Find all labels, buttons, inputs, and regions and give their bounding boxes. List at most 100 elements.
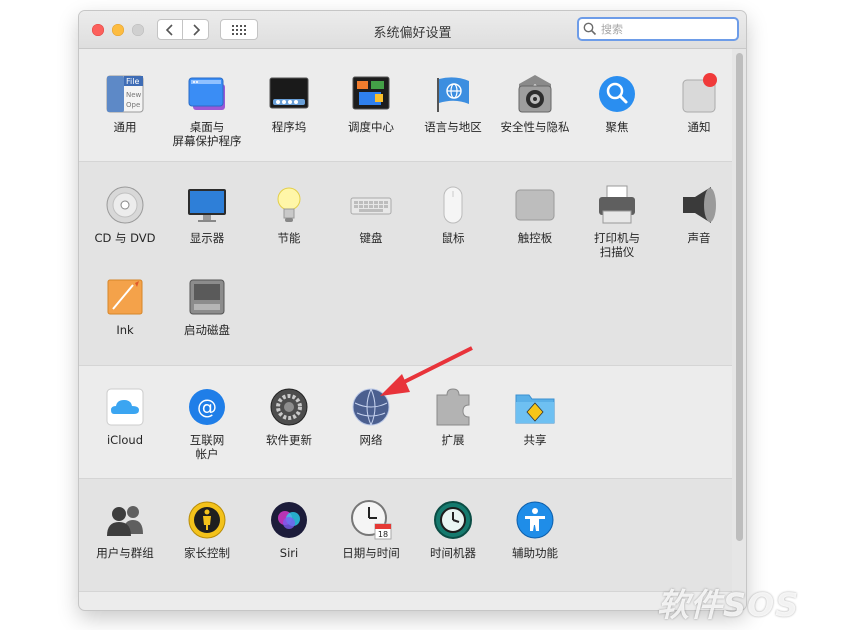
general-icon: File New Ope — [106, 75, 144, 113]
pane-date-time[interactable]: 18 日期与时间 — [330, 498, 412, 560]
ink-icon — [107, 279, 143, 315]
svg-text:Ope: Ope — [126, 101, 140, 109]
section-system: 用户与群组 家长控制 Siri 18 日期与时间 时间机器 辅助功能 — [79, 479, 732, 592]
pane-label: 程序坞 — [271, 120, 307, 134]
pane-label: 辅助功能 — [512, 546, 558, 560]
desktop-screensaver-icon — [188, 77, 225, 110]
pane-label: Ink — [116, 323, 134, 337]
dock-icon — [269, 77, 309, 109]
pane-parental-controls[interactable]: 家长控制 — [166, 498, 248, 560]
displays-icon — [188, 189, 226, 222]
pane-label: 日期与时间 — [342, 546, 400, 560]
pane-keyboard[interactable]: 键盘 — [330, 183, 412, 245]
cd-dvd-icon — [106, 186, 144, 224]
parental-controls-icon — [188, 501, 226, 539]
software-update-icon — [270, 388, 308, 426]
pane-users-groups[interactable]: 用户与群组 — [84, 498, 166, 560]
pane-label: 鼠标 — [441, 231, 465, 245]
time-machine-icon — [434, 501, 472, 539]
pane-label: 通用 — [113, 120, 137, 134]
pane-spotlight[interactable]: 聚焦 — [576, 72, 658, 134]
pane-internet-accounts[interactable]: @ 互联网 帐户 — [166, 385, 248, 461]
pane-label: 语言与地区 — [424, 120, 482, 134]
pane-label: 触控板 — [517, 231, 553, 245]
svg-text:@: @ — [197, 395, 217, 419]
date-time-icon: 18 — [351, 500, 392, 540]
users-groups-icon — [107, 506, 143, 536]
pane-language-region[interactable]: 语言与地区 — [412, 72, 494, 134]
pane-siri[interactable]: Siri — [248, 498, 330, 560]
pane-label: 用户与群组 — [96, 546, 154, 560]
watermark: 软件SOS — [657, 586, 800, 624]
sound-icon — [683, 187, 716, 223]
pane-desktop-screensaver[interactable]: 桌面与 屏幕保护程序 — [166, 72, 248, 148]
pane-label: 节能 — [277, 231, 301, 245]
section-internet: iCloud @ 互联网 帐户 软件更新 网络 扩展 共享 — [79, 366, 732, 479]
search-icon — [583, 22, 597, 36]
pane-label: 软件更新 — [266, 433, 312, 447]
pane-label: 声音 — [687, 231, 711, 245]
system-preferences-window: 系统偏好设置 File New Ope 通用 — [79, 11, 746, 610]
svg-text:New: New — [126, 91, 142, 99]
pane-label: 共享 — [523, 433, 547, 447]
search-input[interactable] — [599, 21, 733, 37]
section-hardware: CD 与 DVD 显示器 节能 键盘 鼠标 触控板 打印机与 扫描仪 声音 In… — [79, 162, 732, 366]
pane-label: 启动磁盘 — [184, 323, 230, 337]
pane-notifications[interactable]: 通知 — [658, 72, 740, 134]
pane-general[interactable]: File New Ope 通用 — [84, 72, 166, 134]
startup-disk-icon — [189, 279, 225, 315]
pane-software-update[interactable]: 软件更新 — [248, 385, 330, 447]
pane-label: iCloud — [106, 433, 144, 447]
notifications-icon — [682, 73, 717, 113]
pane-cd-dvd[interactable]: CD 与 DVD — [84, 183, 166, 245]
printers-scanners-icon — [599, 185, 635, 224]
pane-label: 时间机器 — [430, 546, 476, 560]
pane-ink[interactable]: Ink — [84, 275, 166, 337]
energy-saver-icon — [277, 187, 301, 222]
language-region-icon — [437, 77, 469, 112]
pane-accessibility[interactable]: 辅助功能 — [494, 498, 576, 560]
title-bar: 系统偏好设置 — [79, 11, 746, 49]
pane-label: 互联网 帐户 — [189, 433, 225, 461]
search-field[interactable] — [577, 17, 739, 41]
svg-text:18: 18 — [378, 530, 388, 539]
pane-label: 扩展 — [441, 433, 465, 447]
pane-displays[interactable]: 显示器 — [166, 183, 248, 245]
pane-trackpad[interactable]: 触控板 — [494, 183, 576, 245]
pane-label: 调度中心 — [348, 120, 394, 134]
pane-icloud[interactable]: iCloud — [84, 385, 166, 447]
pane-sharing[interactable]: 共享 — [494, 385, 576, 447]
pane-label: 通知 — [687, 120, 711, 134]
pane-label: Siri — [279, 546, 299, 560]
pane-extensions[interactable]: 扩展 — [412, 385, 494, 447]
pane-network[interactable]: 网络 — [330, 385, 412, 447]
accessibility-icon — [516, 501, 554, 539]
sharing-icon — [515, 394, 555, 424]
extensions-icon — [436, 388, 470, 426]
spotlight-icon — [599, 76, 635, 112]
pane-label: 家长控制 — [184, 546, 230, 560]
pane-label: 安全性与隐私 — [500, 120, 570, 134]
pane-label: 聚焦 — [605, 120, 629, 134]
mission-control-icon — [352, 76, 390, 110]
pane-energy-saver[interactable]: 节能 — [248, 183, 330, 245]
pane-label: 打印机与 扫描仪 — [594, 231, 640, 259]
pane-startup-disk[interactable]: 启动磁盘 — [166, 275, 248, 337]
scrollbar-thumb[interactable] — [736, 53, 743, 541]
pane-security-privacy[interactable]: 安全性与隐私 — [494, 72, 576, 134]
security-privacy-icon — [518, 75, 552, 113]
pane-label: CD 与 DVD — [94, 231, 156, 245]
pane-printers-scanners[interactable]: 打印机与 扫描仪 — [576, 183, 658, 259]
pane-label: 网络 — [359, 433, 383, 447]
pane-dock[interactable]: 程序坞 — [248, 72, 330, 134]
pane-label: 桌面与 屏幕保护程序 — [172, 120, 242, 148]
mouse-icon — [443, 186, 463, 224]
pane-sound[interactable]: 声音 — [658, 183, 740, 245]
pane-mouse[interactable]: 鼠标 — [412, 183, 494, 245]
network-icon — [352, 388, 390, 426]
pane-mission-control[interactable]: 调度中心 — [330, 72, 412, 134]
internet-accounts-icon: @ — [189, 389, 225, 425]
pane-time-machine[interactable]: 时间机器 — [412, 498, 494, 560]
siri-icon — [271, 502, 307, 538]
section-personal: File New Ope 通用 桌面与 屏幕保护程序 程序坞 调度中心 语言与地… — [79, 49, 732, 162]
